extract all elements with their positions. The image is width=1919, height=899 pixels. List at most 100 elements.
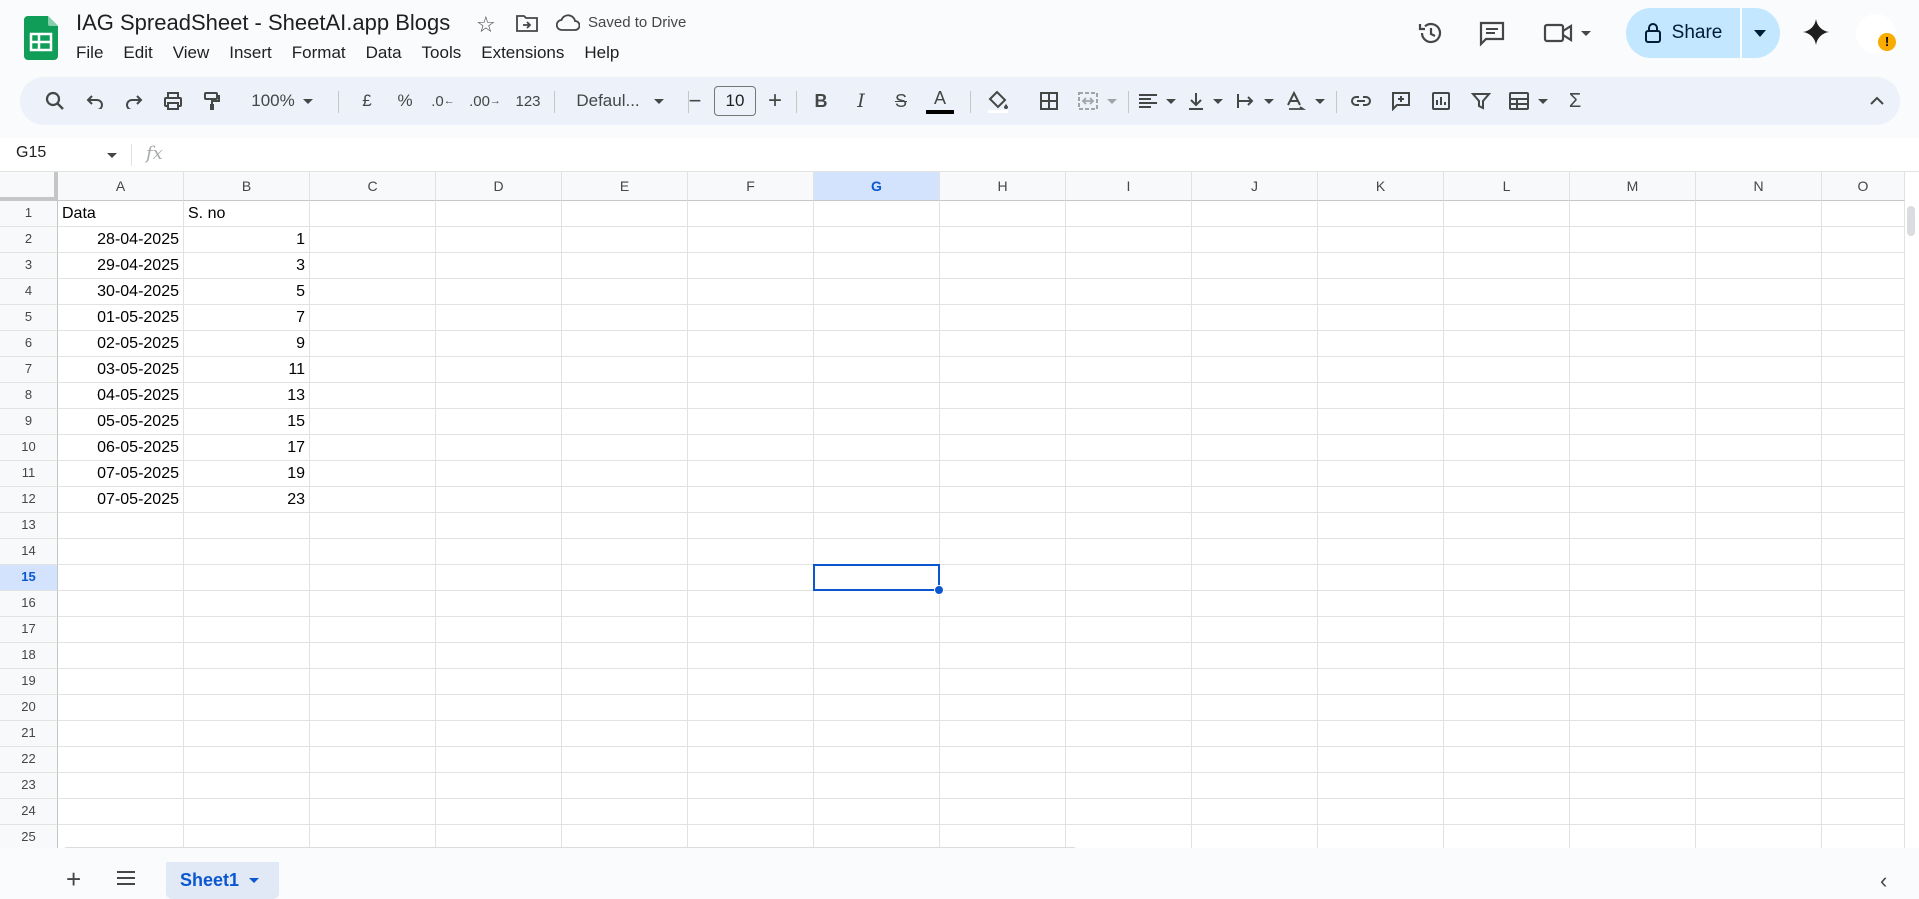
cell-c16[interactable] <box>310 591 436 617</box>
cell-h14[interactable] <box>940 539 1066 565</box>
cell-o25[interactable] <box>1822 825 1905 848</box>
cell-f21[interactable] <box>688 721 814 747</box>
cell-g18[interactable] <box>814 643 940 669</box>
move-to-folder-icon[interactable] <box>516 14 538 32</box>
share-button[interactable]: Share <box>1626 8 1740 58</box>
cell-k20[interactable] <box>1318 695 1444 721</box>
text-rotation-icon[interactable] <box>1282 77 1328 125</box>
font-size-input[interactable] <box>714 86 756 116</box>
cell-i14[interactable] <box>1066 539 1192 565</box>
row-header-17[interactable]: 17 <box>0 617 58 643</box>
cell-b19[interactable] <box>184 669 310 695</box>
cell-k13[interactable] <box>1318 513 1444 539</box>
cell-b21[interactable] <box>184 721 310 747</box>
cell-j17[interactable] <box>1192 617 1318 643</box>
cell-n25[interactable] <box>1696 825 1822 848</box>
cell-o4[interactable] <box>1822 279 1905 305</box>
cell-h11[interactable] <box>940 461 1066 487</box>
cell-k18[interactable] <box>1318 643 1444 669</box>
cell-f23[interactable] <box>688 773 814 799</box>
sheets-logo-icon[interactable] <box>24 16 58 60</box>
cell-m14[interactable] <box>1570 539 1696 565</box>
cell-a12[interactable]: 07-05-2025 <box>58 487 184 513</box>
cell-c7[interactable] <box>310 357 436 383</box>
cell-e5[interactable] <box>562 305 688 331</box>
cell-f24[interactable] <box>688 799 814 825</box>
cell-a25[interactable] <box>58 825 184 848</box>
vertical-scrollbar[interactable] <box>1907 206 1915 236</box>
cell-f8[interactable] <box>688 383 814 409</box>
cell-k24[interactable] <box>1318 799 1444 825</box>
cell-e21[interactable] <box>562 721 688 747</box>
cell-o2[interactable] <box>1822 227 1905 253</box>
cell-e3[interactable] <box>562 253 688 279</box>
cell-h10[interactable] <box>940 435 1066 461</box>
cell-f13[interactable] <box>688 513 814 539</box>
cell-f17[interactable] <box>688 617 814 643</box>
cell-m2[interactable] <box>1570 227 1696 253</box>
cell-c21[interactable] <box>310 721 436 747</box>
cell-c12[interactable] <box>310 487 436 513</box>
cell-d8[interactable] <box>436 383 562 409</box>
cell-h12[interactable] <box>940 487 1066 513</box>
cloud-saved-icon[interactable] <box>556 14 580 32</box>
column-header-e[interactable]: E <box>562 172 688 201</box>
cell-g21[interactable] <box>814 721 940 747</box>
cell-n6[interactable] <box>1696 331 1822 357</box>
cell-f11[interactable] <box>688 461 814 487</box>
cell-e16[interactable] <box>562 591 688 617</box>
cell-k6[interactable] <box>1318 331 1444 357</box>
vertical-align-icon[interactable] <box>1182 77 1228 125</box>
cell-l7[interactable] <box>1444 357 1570 383</box>
cell-o11[interactable] <box>1822 461 1905 487</box>
paint-format-icon[interactable] <box>195 77 229 125</box>
cell-o5[interactable] <box>1822 305 1905 331</box>
cell-m13[interactable] <box>1570 513 1696 539</box>
cell-n3[interactable] <box>1696 253 1822 279</box>
row-header-8[interactable]: 8 <box>0 383 58 409</box>
functions-button[interactable]: Σ <box>1558 77 1592 125</box>
cell-j22[interactable] <box>1192 747 1318 773</box>
more-formats-button[interactable]: 123 <box>508 77 548 125</box>
cell-a18[interactable] <box>58 643 184 669</box>
cell-n16[interactable] <box>1696 591 1822 617</box>
cell-d18[interactable] <box>436 643 562 669</box>
insert-link-icon[interactable] <box>1344 77 1378 125</box>
cell-n8[interactable] <box>1696 383 1822 409</box>
cell-j7[interactable] <box>1192 357 1318 383</box>
cell-e8[interactable] <box>562 383 688 409</box>
cell-o6[interactable] <box>1822 331 1905 357</box>
cell-h1[interactable] <box>940 201 1066 227</box>
cell-m17[interactable] <box>1570 617 1696 643</box>
cell-d13[interactable] <box>436 513 562 539</box>
cell-f1[interactable] <box>688 201 814 227</box>
menu-file[interactable]: File <box>66 42 113 66</box>
cell-l25[interactable] <box>1444 825 1570 848</box>
cell-j2[interactable] <box>1192 227 1318 253</box>
undo-icon[interactable] <box>78 77 112 125</box>
cell-o21[interactable] <box>1822 721 1905 747</box>
cell-i22[interactable] <box>1066 747 1192 773</box>
row-header-4[interactable]: 4 <box>0 279 58 305</box>
cell-k19[interactable] <box>1318 669 1444 695</box>
cell-b4[interactable]: 5 <box>184 279 310 305</box>
cell-i19[interactable] <box>1066 669 1192 695</box>
menu-extensions[interactable]: Extensions <box>471 42 574 66</box>
row-header-21[interactable]: 21 <box>0 721 58 747</box>
share-dropdown-button[interactable] <box>1742 8 1780 58</box>
cell-e12[interactable] <box>562 487 688 513</box>
cell-g16[interactable] <box>814 591 940 617</box>
row-header-14[interactable]: 14 <box>0 539 58 565</box>
cell-k16[interactable] <box>1318 591 1444 617</box>
row-header-1[interactable]: 1 <box>0 201 58 227</box>
cell-d5[interactable] <box>436 305 562 331</box>
cell-h22[interactable] <box>940 747 1066 773</box>
cell-k17[interactable] <box>1318 617 1444 643</box>
bold-button[interactable]: B <box>804 77 838 125</box>
cell-j9[interactable] <box>1192 409 1318 435</box>
fill-color-icon[interactable] <box>978 77 1018 125</box>
cell-a19[interactable] <box>58 669 184 695</box>
cell-k11[interactable] <box>1318 461 1444 487</box>
cell-d4[interactable] <box>436 279 562 305</box>
cell-f4[interactable] <box>688 279 814 305</box>
